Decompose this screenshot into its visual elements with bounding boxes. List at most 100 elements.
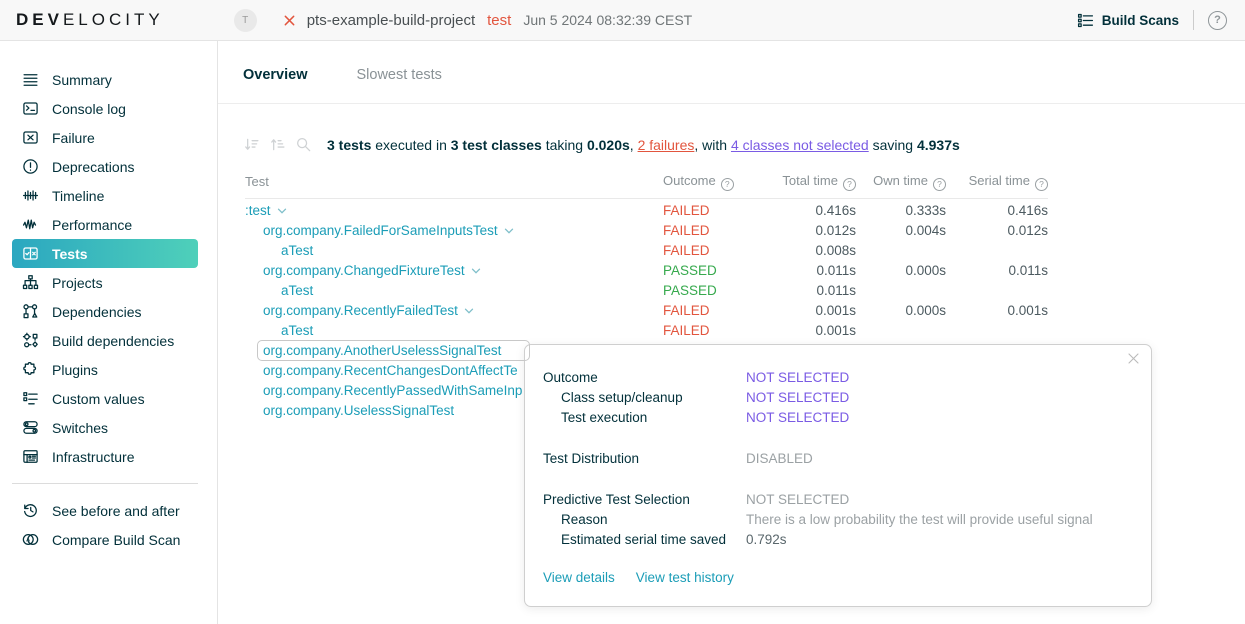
popup-label: Test Distribution xyxy=(543,449,746,469)
table-header: TestOutcome?Total time?Own time?Serial t… xyxy=(245,173,1048,199)
test-link[interactable]: org.company.RecentlyFailedTest xyxy=(263,303,458,318)
help-icon[interactable]: ? xyxy=(843,178,856,191)
logo-rest: ELOCITY xyxy=(63,10,164,29)
sidebar-item-deprecations[interactable]: Deprecations xyxy=(12,152,198,181)
sidebar-item-label: Projects xyxy=(52,275,103,291)
popup-value: DISABLED xyxy=(746,449,813,469)
popup-links: View details View test history xyxy=(543,570,1131,585)
popup-rows: OutcomeNOT SELECTEDClass setup/cleanupNO… xyxy=(543,368,1131,550)
total-time-cell: 0.001s xyxy=(778,323,856,338)
summary-text: , with xyxy=(694,137,731,153)
build-task-link[interactable]: test xyxy=(487,12,511,29)
sidebar-item-label: Failure xyxy=(52,130,95,146)
switches-icon xyxy=(22,419,39,436)
sidebar-item-failure[interactable]: Failure xyxy=(12,123,198,152)
projects-icon xyxy=(22,274,39,291)
tab-bar: Overview Slowest tests xyxy=(218,41,1245,104)
chevron-down-icon[interactable] xyxy=(277,203,287,218)
total-time-cell: 0.012s xyxy=(778,223,856,238)
sidebar-item-plugins[interactable]: Plugins xyxy=(12,355,198,384)
table-row: org.company.ChangedFixtureTestPASSED0.01… xyxy=(245,261,1048,281)
sidebar-item-timeline[interactable]: Timeline xyxy=(12,181,198,210)
test-details-popup: OutcomeNOT SELECTEDClass setup/cleanupNO… xyxy=(524,344,1152,607)
sidebar-item-switches[interactable]: Switches xyxy=(12,413,198,442)
test-link[interactable]: aTest xyxy=(281,243,313,258)
test-link[interactable]: aTest xyxy=(281,283,313,298)
test-link[interactable]: org.company.AnotherUselessSignalTest xyxy=(263,343,501,358)
total-time-cell: 0.416s xyxy=(778,203,856,218)
table-row: aTestFAILED0.008s xyxy=(245,241,1048,261)
test-link[interactable]: aTest xyxy=(281,323,313,338)
sidebar-item-see-before-and-after[interactable]: See before and after xyxy=(12,496,198,525)
popup-label: Reason xyxy=(543,510,746,530)
help-icon[interactable]: ? xyxy=(721,178,734,191)
test-link[interactable]: org.company.UselessSignalTest xyxy=(263,403,454,418)
table-row: :testFAILED0.416s0.333s0.416s xyxy=(245,201,1048,221)
develocity-logo[interactable]: DEVELOCITY xyxy=(16,10,164,30)
sidebar-item-label: Performance xyxy=(52,217,132,233)
build-timestamp: Jun 5 2024 08:32:39 CEST xyxy=(523,12,692,28)
performance-icon xyxy=(22,216,39,233)
column-header-serial-time: Serial time? xyxy=(946,173,1048,191)
sidebar-item-label: Summary xyxy=(52,72,112,88)
serial-time-cell: 0.001s xyxy=(946,303,1048,318)
own-time-cell: 0.004s xyxy=(856,223,946,238)
sidebar-item-label: Custom values xyxy=(52,391,145,407)
test-link[interactable]: :test xyxy=(245,203,271,218)
sidebar-item-label: See before and after xyxy=(52,503,180,519)
close-icon[interactable] xyxy=(1126,351,1141,366)
build-scans-link[interactable]: Build Scans xyxy=(1077,12,1179,29)
build-name: pts-example-build-project xyxy=(307,12,475,29)
sidebar-item-console-log[interactable]: Console log xyxy=(12,94,198,123)
history-icon xyxy=(22,502,39,519)
sidebar-item-label: Console log xyxy=(52,101,126,117)
outcome-cell: FAILED xyxy=(663,243,778,258)
summary-link[interactable]: 4 classes not selected xyxy=(731,137,869,153)
sort-ascending-icon[interactable] xyxy=(269,136,286,153)
popup-link-view-details[interactable]: View details xyxy=(543,570,615,585)
help-icon[interactable]: ? xyxy=(1208,11,1227,30)
sidebar-item-label: Build dependencies xyxy=(52,333,174,349)
column-header-outcome: Outcome? xyxy=(663,173,778,191)
infrastructure-icon xyxy=(22,448,39,465)
tests-summary-row: 3 tests executed in 3 test classes takin… xyxy=(243,136,1245,153)
serial-time-cell: 0.011s xyxy=(946,263,1048,278)
sort-descending-icon[interactable] xyxy=(243,136,260,153)
logo-dev: DEV xyxy=(16,10,63,29)
sidebar-item-tests[interactable]: Tests xyxy=(12,239,198,268)
table-toolbar xyxy=(243,136,312,153)
summary-link[interactable]: 2 failures xyxy=(638,137,695,153)
popup-link-view-test-history[interactable]: View test history xyxy=(636,570,734,585)
sidebar-item-build-dependencies[interactable]: Build dependencies xyxy=(12,326,198,355)
sidebar-item-dependencies[interactable]: Dependencies xyxy=(12,297,198,326)
test-link[interactable]: org.company.RecentChangesDontAffectTe xyxy=(263,363,518,378)
summary-text: saving xyxy=(869,137,917,153)
popup-value: NOT SELECTED xyxy=(746,408,849,428)
test-link[interactable]: org.company.RecentlyPassedWithSameInp xyxy=(263,383,522,398)
chevron-down-icon[interactable] xyxy=(464,303,474,318)
compare-icon: A xyxy=(22,531,39,548)
test-link[interactable]: org.company.ChangedFixtureTest xyxy=(263,263,465,278)
sidebar-item-label: Tests xyxy=(52,246,88,262)
tab-overview[interactable]: Overview xyxy=(243,67,308,103)
sidebar-item-performance[interactable]: Performance xyxy=(12,210,198,239)
help-icon[interactable]: ? xyxy=(933,178,946,191)
chevron-down-icon[interactable] xyxy=(504,223,514,238)
help-icon[interactable]: ? xyxy=(1035,178,1048,191)
popup-label: Predictive Test Selection xyxy=(543,490,746,510)
chevron-down-icon[interactable] xyxy=(471,263,481,278)
sidebar-item-infrastructure[interactable]: Infrastructure xyxy=(12,442,198,471)
serial-time-cell: 0.416s xyxy=(946,203,1048,218)
avatar[interactable]: T xyxy=(234,9,257,32)
tab-slowest-tests[interactable]: Slowest tests xyxy=(357,67,442,103)
sidebar-item-summary[interactable]: Summary xyxy=(12,65,198,94)
search-icon[interactable] xyxy=(295,136,312,153)
column-header-own-time: Own time? xyxy=(856,173,946,191)
sidebar-item-custom-values[interactable]: Custom values xyxy=(12,384,198,413)
table-row: org.company.FailedForSameInputsTestFAILE… xyxy=(245,221,1048,241)
summary-text: 3 test classes xyxy=(451,137,542,153)
sidebar-item-projects[interactable]: Projects xyxy=(12,268,198,297)
popup-value: NOT SELECTED xyxy=(746,490,849,510)
sidebar-item-compare-build-scan[interactable]: ACompare Build Scan xyxy=(12,525,198,554)
test-link[interactable]: org.company.FailedForSameInputsTest xyxy=(263,223,498,238)
